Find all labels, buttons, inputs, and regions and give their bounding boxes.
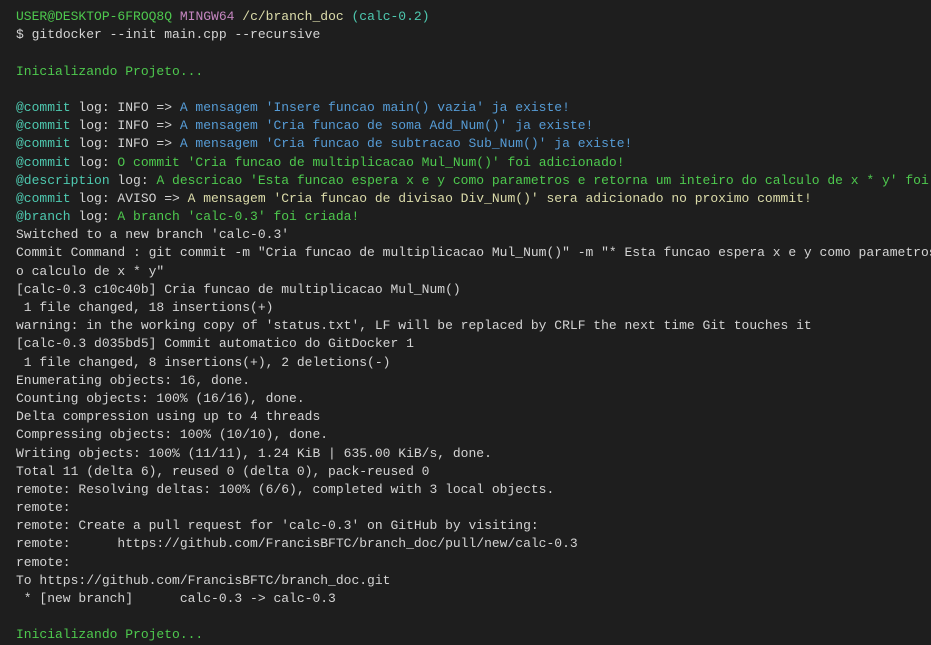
log-line: @commit log: O commit 'Cria funcao de mu… <box>16 154 915 172</box>
prompt-branch: (calc-0.2) <box>352 9 430 24</box>
prompt-user: USER@DESKTOP-6FROQ8Q <box>16 9 172 24</box>
output-line: remote: Create a pull request for 'calc-… <box>16 517 915 535</box>
output-line: 1 file changed, 18 insertions(+) <box>16 299 915 317</box>
init-message: Inicializando Projeto... <box>16 626 915 644</box>
output-line: [calc-0.3 c10c40b] Cria funcao de multip… <box>16 281 915 299</box>
output-line: Switched to a new branch 'calc-0.3' <box>16 226 915 244</box>
prompt-symbol: $ <box>16 27 24 42</box>
output-line: remote: <box>16 554 915 572</box>
output-line: Enumerating objects: 16, done. <box>16 372 915 390</box>
output-line: Commit Command : git commit -m "Cria fun… <box>16 244 915 262</box>
output-line: Writing objects: 100% (11/11), 1.24 KiB … <box>16 445 915 463</box>
command-line[interactable]: $ gitdocker --init main.cpp --recursive <box>16 26 915 44</box>
output-line: 1 file changed, 8 insertions(+), 2 delet… <box>16 354 915 372</box>
output-line: * [new branch] calc-0.3 -> calc-0.3 <box>16 590 915 608</box>
output-line: Total 11 (delta 6), reused 0 (delta 0), … <box>16 463 915 481</box>
output-line: o calculo de x * y" <box>16 263 915 281</box>
log-line: @commit log: INFO => A mensagem 'Cria fu… <box>16 117 915 135</box>
output-line: To https://github.com/FrancisBFTC/branch… <box>16 572 915 590</box>
log-line: @description log: A descricao 'Esta func… <box>16 172 915 190</box>
prompt-sys: MINGW64 <box>180 9 235 24</box>
output-line: warning: in the working copy of 'status.… <box>16 317 915 335</box>
log-line: @commit log: INFO => A mensagem 'Insere … <box>16 99 915 117</box>
output-line: Delta compression using up to 4 threads <box>16 408 915 426</box>
prompt-path: /c/branch_doc <box>242 9 343 24</box>
output-line: remote: <box>16 499 915 517</box>
prompt-line: USER@DESKTOP-6FROQ8Q MINGW64 /c/branch_d… <box>16 8 915 26</box>
output-line: [calc-0.3 d035bd5] Commit automatico do … <box>16 335 915 353</box>
log-line: @commit log: INFO => A mensagem 'Cria fu… <box>16 135 915 153</box>
output-line: remote: Resolving deltas: 100% (6/6), co… <box>16 481 915 499</box>
log-line: @commit log: AVISO => A mensagem 'Cria f… <box>16 190 915 208</box>
output-line: Compressing objects: 100% (10/10), done. <box>16 426 915 444</box>
log-line: @branch log: A branch 'calc-0.3' foi cri… <box>16 208 915 226</box>
command-text: gitdocker --init main.cpp --recursive <box>32 27 321 42</box>
init-message: Inicializando Projeto... <box>16 63 915 81</box>
output-line: Counting objects: 100% (16/16), done. <box>16 390 915 408</box>
output-line: remote: https://github.com/FrancisBFTC/b… <box>16 535 915 553</box>
